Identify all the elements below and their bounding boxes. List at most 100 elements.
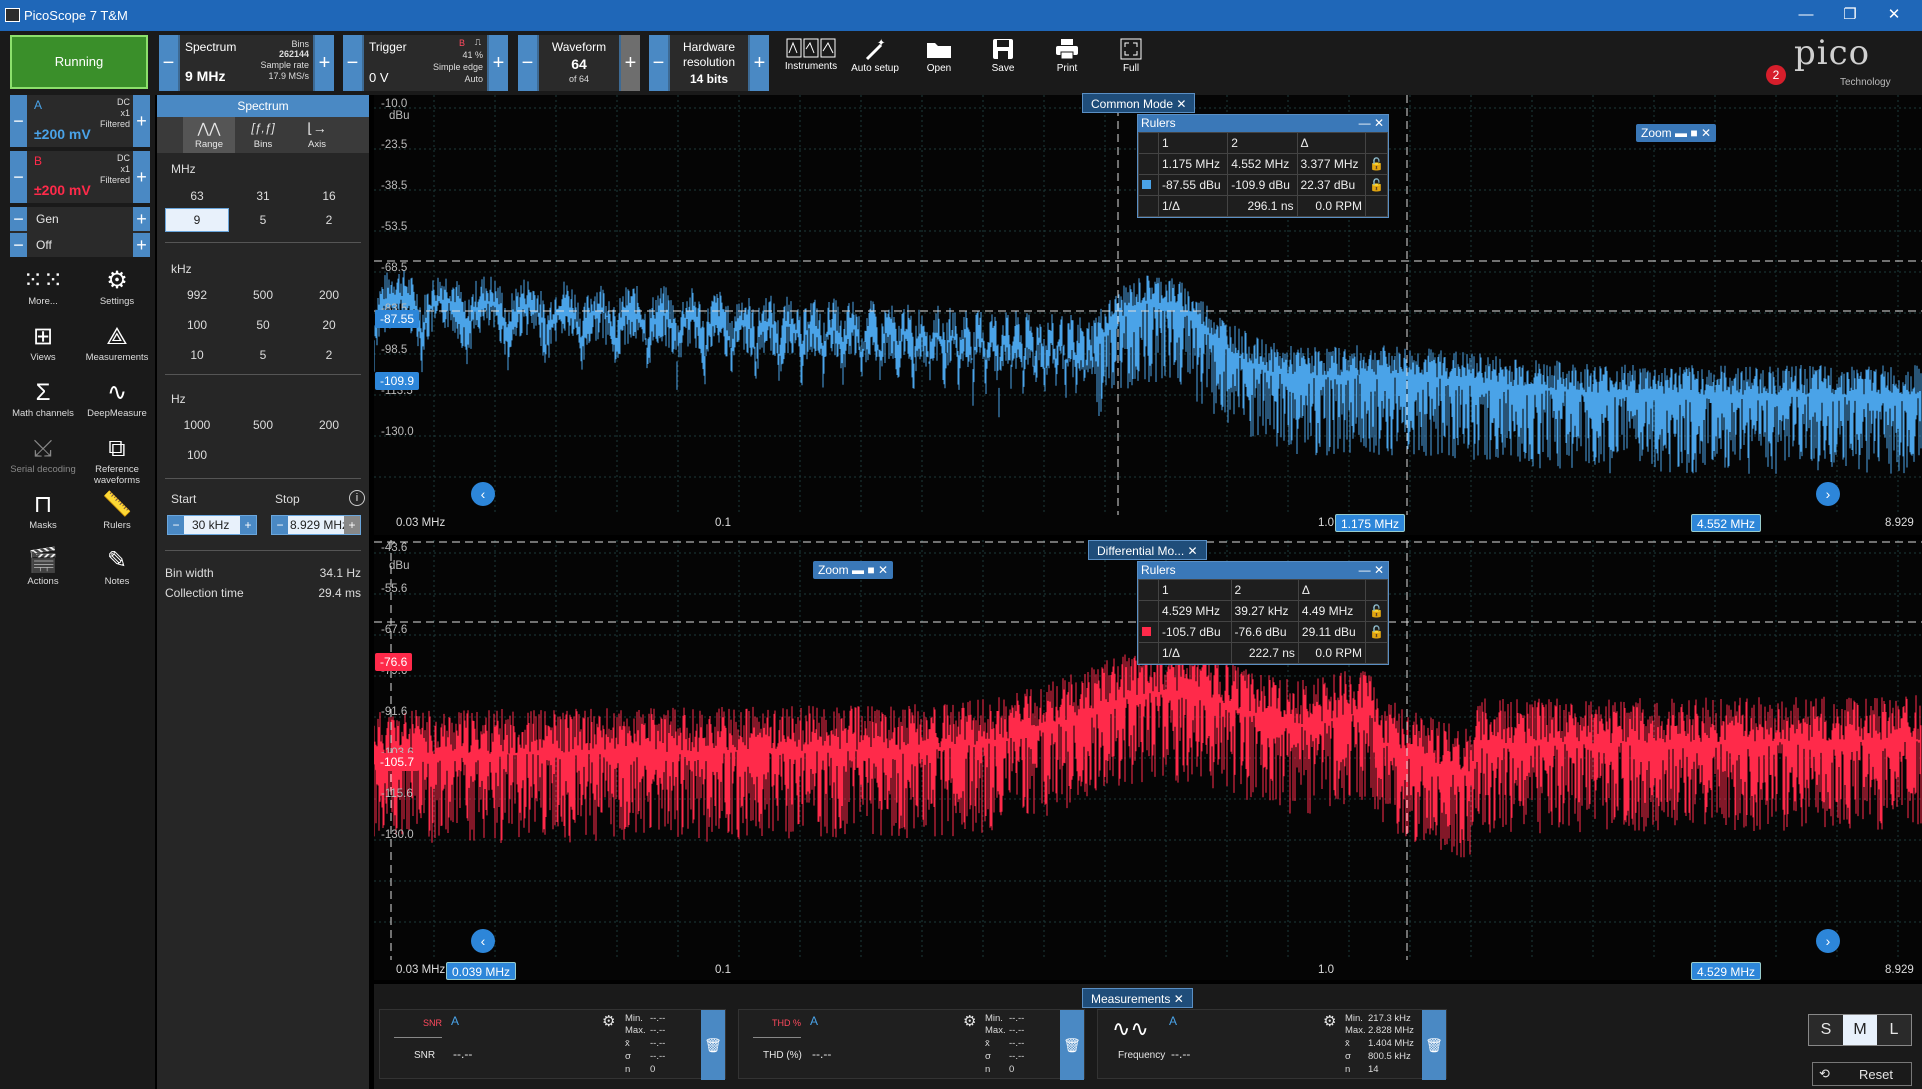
measurement-card-snr[interactable]: SNR A SNR --.-- ⚙ Min. --.-- Max. --.-- x̄… [379,1009,726,1080]
measurement-card-thd[interactable]: THD % A THD (%) --.-- ⚙ Min. --.-- Max. --… [738,1009,1085,1080]
full-screen-button[interactable]: Full [1100,33,1162,93]
auto-setup-button[interactable]: ✦ Auto setup [844,33,906,93]
serial-decoding-button[interactable]: ⤩ Serial decoding [8,434,78,475]
scroll-right-button[interactable]: › [1816,482,1840,506]
close-icon[interactable]: ✕ [1188,544,1198,558]
close-icon[interactable]: ✕ [1176,97,1186,111]
range-option[interactable]: 31 [231,189,295,203]
range-option[interactable]: 5 [231,213,295,227]
ruler-h1-label[interactable]: -76.6 [375,653,413,671]
gear-icon[interactable]: ⚙ [1323,1012,1336,1030]
spectrum-plus-button[interactable]: + [315,35,334,91]
more-button[interactable]: ⁙⁙ More... [8,266,78,307]
range-option[interactable]: 50 [231,318,295,332]
ruler-v2-label[interactable]: 4.552 MHz [1691,514,1762,532]
range-option[interactable]: 100 [165,318,229,332]
resolution-value[interactable]: 14 bits [670,72,748,86]
gear-icon[interactable]: ⚙ [963,1012,976,1030]
notification-badge[interactable]: 2 [1766,65,1786,85]
range-option[interactable]: 1000 [165,418,229,432]
measurements-tab[interactable]: Measurements ✕ [1082,988,1193,1008]
trigger-level[interactable]: 0 V [369,70,389,85]
close-icon[interactable]: ✕ [1174,992,1184,1006]
resolution-minus-button[interactable]: − [649,35,668,91]
ruler-h2-label[interactable]: -109.9 [375,372,420,390]
range-option[interactable]: 500 [231,418,295,432]
panel-controls[interactable]: — ✕ [1359,115,1388,132]
range-option[interactable]: 16 [297,189,361,203]
range-option[interactable]: 100 [165,448,229,462]
gen-minus-button[interactable]: − [10,207,27,231]
gen-state[interactable]: Off [36,238,52,252]
zoom-overview[interactable]: Zoom ▬ ■ ✕ [1636,124,1716,142]
size-m-button[interactable]: M [1843,1015,1877,1045]
trash-icon[interactable]: 🗑 [1422,1010,1446,1080]
channel-a-plus-button[interactable]: + [133,95,150,147]
channel-a-minus-button[interactable]: − [10,95,27,147]
panel-controls[interactable]: — ✕ [1359,562,1388,579]
range-option-selected[interactable]: 9 [165,208,229,232]
resolution-plus-button[interactable]: + [750,35,769,91]
print-button[interactable]: Print [1036,33,1098,93]
trash-icon[interactable]: 🗑 [1060,1010,1084,1080]
views-button[interactable]: ⊞ Views [8,322,78,363]
deepmeasure-button[interactable]: ∿ DeepMeasure [82,378,152,419]
channel-b-plus-button[interactable]: + [133,151,150,203]
instruments-button[interactable]: Instruments [780,33,842,93]
range-option[interactable]: 10 [165,348,229,362]
range-option[interactable]: 2 [297,213,361,227]
scroll-left-button[interactable]: ‹ [471,929,495,953]
spectrum-value[interactable]: 9 MHz [185,68,225,84]
gen-state-minus-button[interactable]: − [10,233,27,257]
size-s-button[interactable]: S [1809,1015,1843,1045]
waveform-plus-button[interactable]: + [621,35,640,91]
save-button[interactable]: Save [972,33,1034,93]
start-input[interactable]: − 30 kHz + [167,515,257,535]
ruler-v1-label[interactable]: 1.175 MHz [1335,514,1406,532]
range-option[interactable]: 992 [165,288,229,302]
run-stop-button[interactable]: Running [10,35,148,89]
actions-button[interactable]: 🎬 Actions [8,546,78,587]
range-option[interactable]: 200 [297,288,361,302]
open-button[interactable]: Open [908,33,970,93]
waveform-value[interactable]: 64 [539,56,619,72]
reference-waveforms-button[interactable]: ⧉ Reference waveforms [82,434,152,486]
measurements-button[interactable]: ⟁ Measurements [82,322,152,363]
waveform-minus-button[interactable]: − [518,35,537,91]
zoom-overview[interactable]: Zoom ▬ ■ ✕ [813,561,893,579]
measurement-card-frequency[interactable]: ∿∿ A Frequency --.-- ⚙ Min. 217.3 kHz Max… [1097,1009,1447,1080]
close-window-button[interactable]: ✕ [1872,4,1916,26]
common-mode-tab[interactable]: Common Mode ✕ [1082,93,1196,113]
maximize-button[interactable]: ❐ [1828,4,1872,26]
spectrum-minus-button[interactable]: − [159,35,178,91]
reset-button[interactable]: ⟲ Reset [1812,1062,1912,1086]
gear-icon[interactable]: ⚙ [602,1012,615,1030]
notes-button[interactable]: ✎ Notes [82,546,152,587]
ruler-v2-label[interactable]: 4.529 MHz [1691,962,1762,980]
trash-icon[interactable]: 🗑 [701,1010,725,1080]
channel-b-range[interactable]: ±200 mV [34,182,91,198]
stop-input[interactable]: − 8.929 MHz + [271,515,361,535]
differential-mode-tab[interactable]: Differential Mo... ✕ [1088,540,1207,560]
ruler-v1-label[interactable]: 0.039 MHz [446,962,517,980]
gen-plus-button[interactable]: + [133,207,150,231]
tab-bins[interactable]: [ƒ,ƒ] Bins [237,117,289,153]
range-option[interactable]: 20 [297,318,361,332]
minimize-button[interactable]: — [1784,4,1828,26]
range-option[interactable]: 5 [231,348,295,362]
scroll-right-button[interactable]: › [1816,929,1840,953]
channel-a-range[interactable]: ±200 mV [34,126,91,142]
size-l-button[interactable]: L [1877,1015,1911,1045]
range-option[interactable]: 63 [165,189,229,203]
range-option[interactable]: 2 [297,348,361,362]
ruler-h2-label[interactable]: -105.7 [375,753,420,771]
ruler-h1-label[interactable]: -87.55 [375,310,420,328]
range-option[interactable]: 500 [231,288,295,302]
channel-b-minus-button[interactable]: − [10,151,27,203]
settings-button[interactable]: ⚙ Settings [82,266,152,307]
scroll-left-button[interactable]: ‹ [471,482,495,506]
range-option[interactable]: 200 [297,418,361,432]
gen-state-plus-button[interactable]: + [133,233,150,257]
tab-range[interactable]: ⋀⋀ Range [183,117,235,153]
math-channels-button[interactable]: Σ Math channels [8,378,78,419]
